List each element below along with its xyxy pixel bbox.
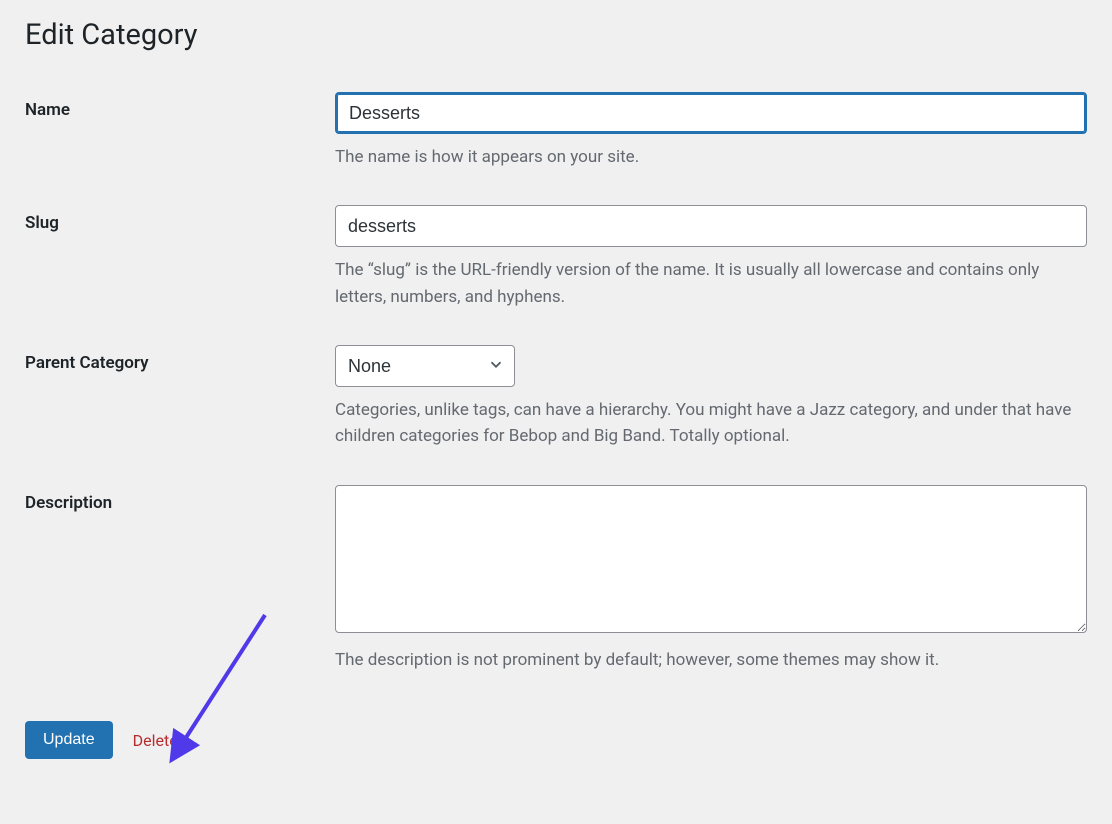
slug-input[interactable]: [335, 205, 1087, 247]
parent-help-text: Categories, unlike tags, can have a hier…: [335, 397, 1087, 450]
form-row-name: Name The name is how it appears on your …: [25, 92, 1087, 170]
description-label: Description: [25, 493, 112, 513]
page-title: Edit Category: [25, 18, 1087, 52]
form-row-description: Description The description is not promi…: [25, 485, 1087, 673]
description-textarea[interactable]: [335, 485, 1087, 633]
form-row-parent: Parent Category None Categories, unlike …: [25, 345, 1087, 450]
parent-select[interactable]: None: [335, 345, 515, 387]
description-help-text: The description is not prominent by defa…: [335, 647, 1087, 673]
action-bar: Update Delete: [25, 721, 1087, 759]
update-button[interactable]: Update: [25, 721, 113, 759]
name-label: Name: [25, 100, 70, 120]
name-input[interactable]: [335, 92, 1087, 134]
form-row-slug: Slug The “slug” is the URL-friendly vers…: [25, 205, 1087, 310]
name-help-text: The name is how it appears on your site.: [335, 144, 1087, 170]
slug-label: Slug: [25, 213, 59, 233]
parent-label: Parent Category: [25, 353, 149, 373]
slug-help-text: The “slug” is the URL-friendly version o…: [335, 257, 1087, 310]
delete-link[interactable]: Delete: [133, 731, 178, 750]
